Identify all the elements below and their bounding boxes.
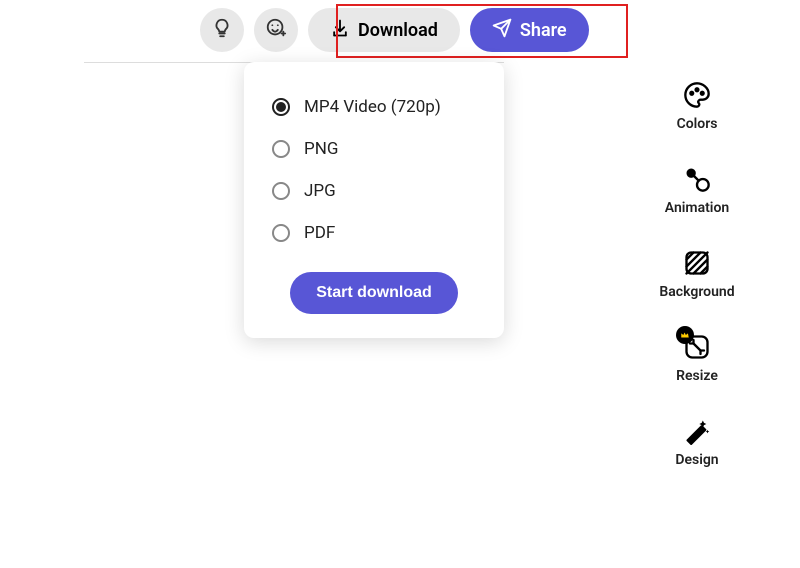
lightbulb-icon (211, 17, 233, 43)
option-label: PDF (304, 223, 335, 243)
option-png[interactable]: PNG (264, 128, 484, 170)
radio-selected-icon (272, 98, 290, 116)
side-panel: Colors Animation Background Resize Desig… (642, 80, 752, 468)
download-label: Download (358, 20, 438, 41)
radio-icon (272, 140, 290, 158)
add-face-button[interactable] (254, 8, 298, 52)
side-item-animation[interactable]: Animation (665, 164, 729, 216)
side-item-design[interactable]: Design (675, 416, 718, 468)
download-dropdown: MP4 Video (720p) PNG JPG PDF Start downl… (244, 62, 504, 338)
magic-wand-icon (682, 416, 712, 446)
side-label: Background (659, 284, 734, 300)
start-download-button[interactable]: Start download (290, 272, 458, 314)
download-icon (330, 18, 350, 43)
palette-icon (682, 80, 712, 110)
side-label: Animation (665, 200, 729, 216)
share-icon (492, 18, 512, 43)
radio-icon (272, 224, 290, 242)
option-label: JPG (304, 181, 336, 201)
option-mp4[interactable]: MP4 Video (720p) (264, 86, 484, 128)
background-icon (682, 248, 712, 278)
side-item-background[interactable]: Background (659, 248, 734, 300)
option-label: PNG (304, 139, 338, 159)
side-label: Design (675, 452, 718, 468)
option-jpg[interactable]: JPG (264, 170, 484, 212)
toolbar: Download Share (200, 8, 589, 52)
option-label: MP4 Video (720p) (304, 97, 441, 117)
side-item-resize[interactable]: Resize (676, 332, 718, 384)
share-label: Share (520, 20, 567, 41)
radio-icon (272, 182, 290, 200)
side-item-colors[interactable]: Colors (677, 80, 718, 132)
download-button[interactable]: Download (308, 8, 460, 52)
option-pdf[interactable]: PDF (264, 212, 484, 254)
crown-badge (676, 326, 694, 344)
share-button[interactable]: Share (470, 8, 589, 52)
animation-icon (682, 164, 712, 194)
side-label: Colors (677, 116, 718, 132)
lightbulb-button[interactable] (200, 8, 244, 52)
add-face-icon (265, 17, 287, 43)
side-label: Resize (676, 368, 718, 384)
